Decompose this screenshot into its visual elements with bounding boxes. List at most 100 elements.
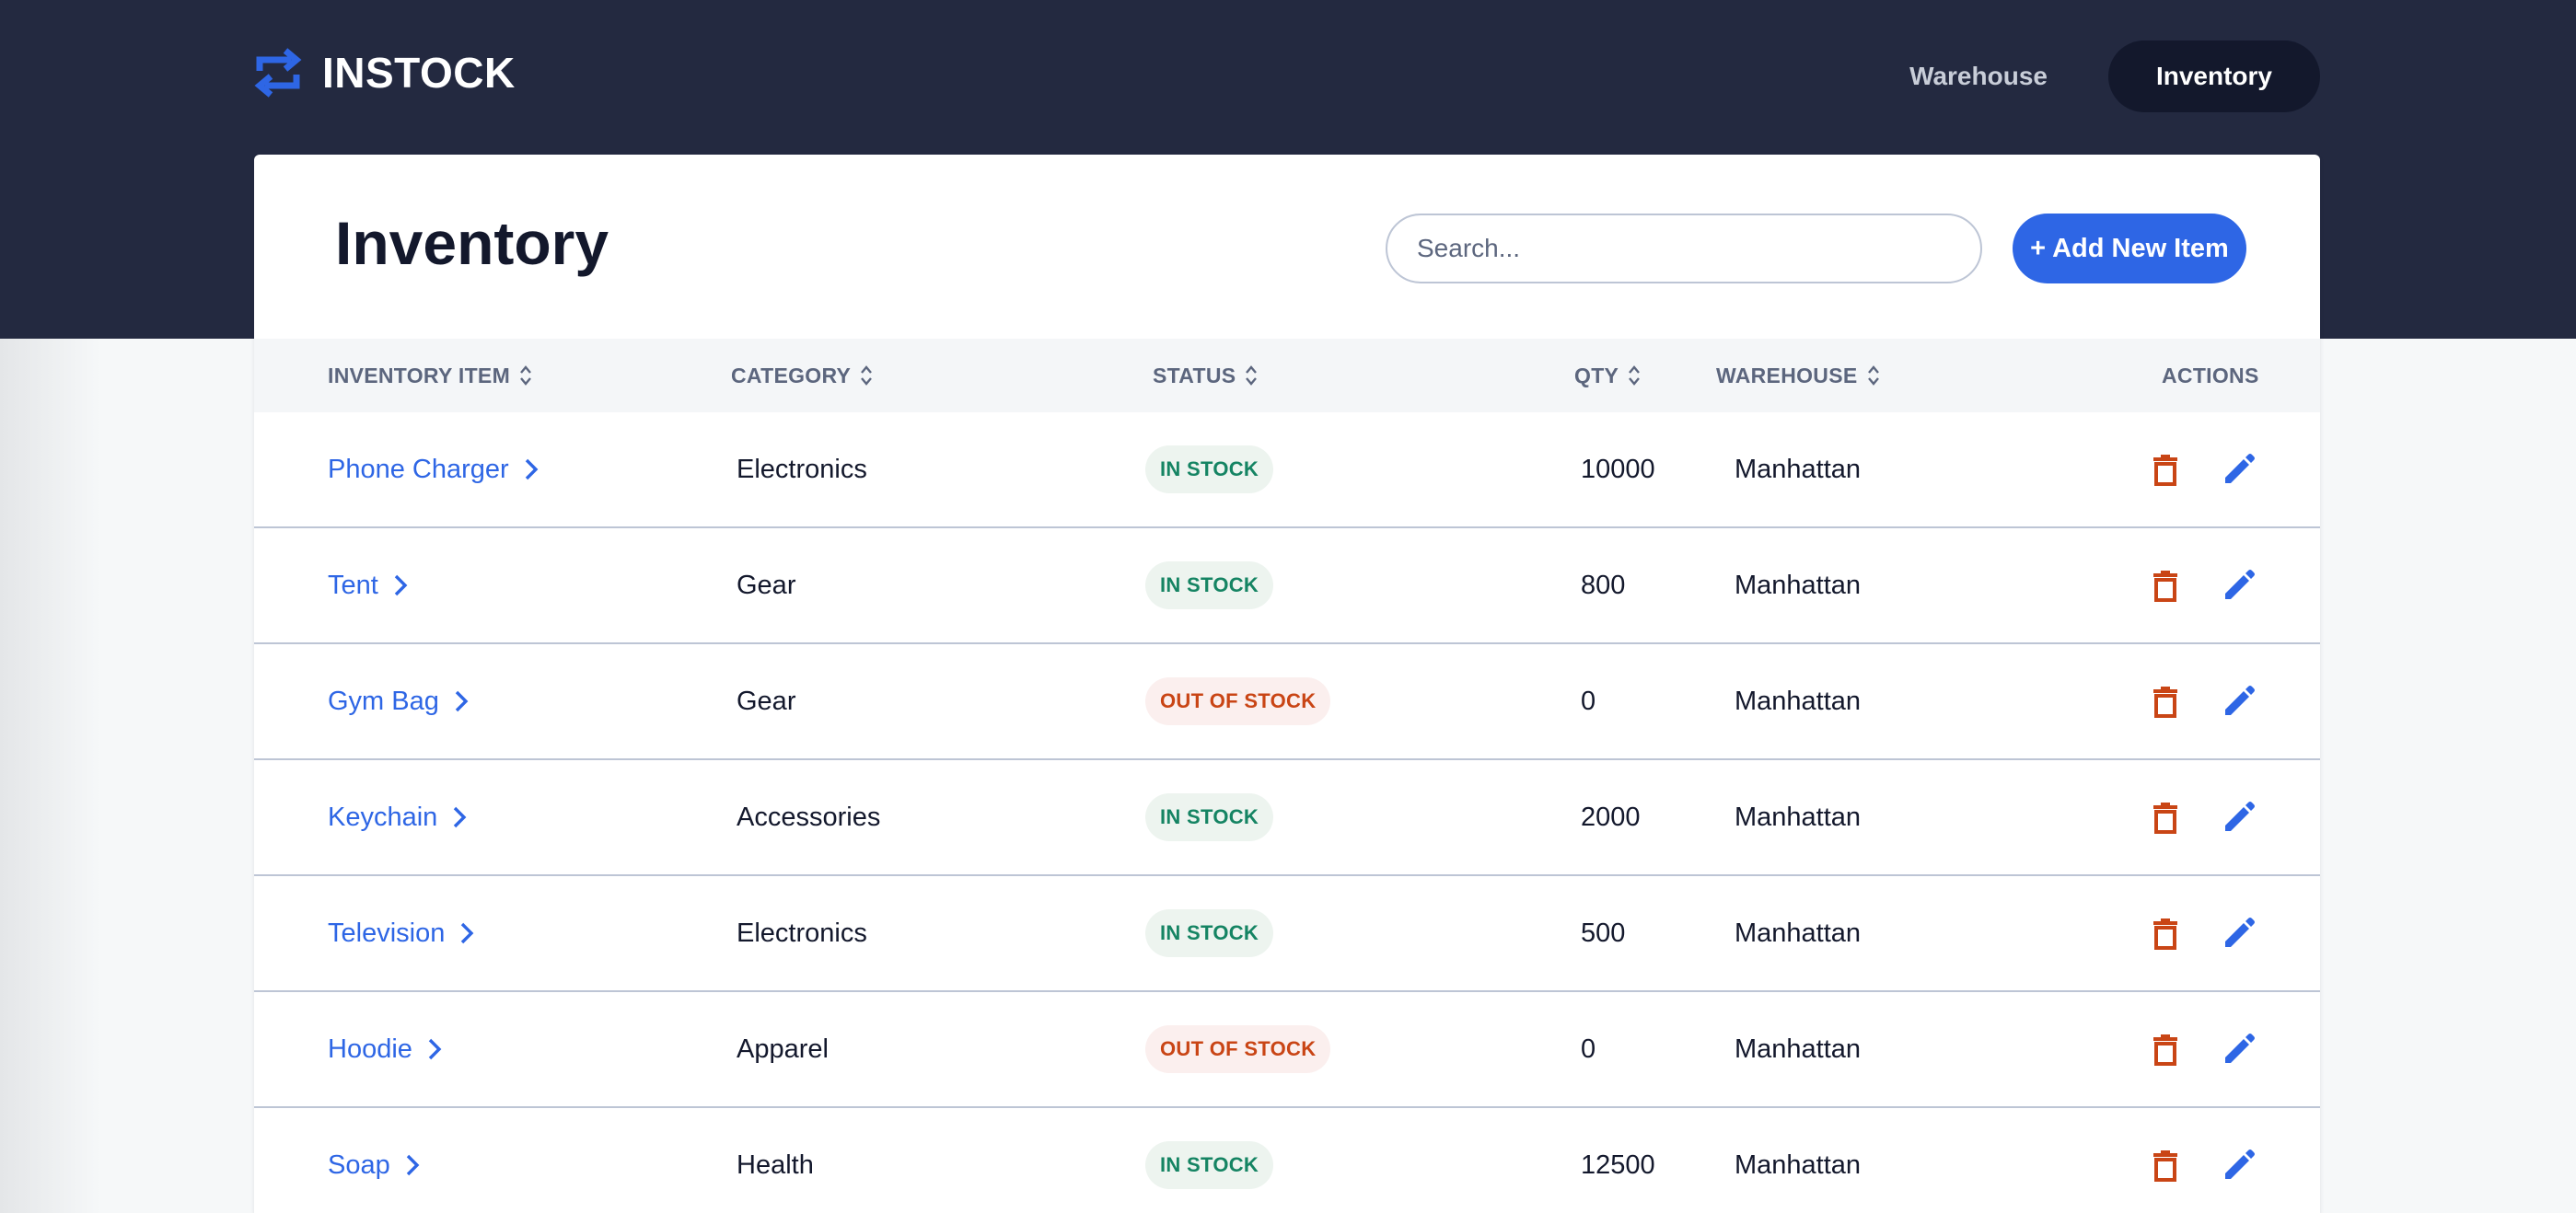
page-background-shade <box>0 339 101 1213</box>
delete-cell <box>2147 644 2184 758</box>
edit-button[interactable] <box>2221 681 2257 722</box>
logo[interactable]: INSTOCK <box>254 44 516 101</box>
edit-cell <box>2221 1108 2257 1213</box>
category-cell: Gear <box>737 570 796 600</box>
delete-button[interactable] <box>2147 565 2184 606</box>
category-cell: Gear <box>737 686 796 716</box>
status-cell: IN STOCK <box>1145 412 1274 526</box>
status-cell: OUT OF STOCK <box>1145 644 1331 758</box>
item-name: Phone Charger <box>328 454 509 484</box>
add-new-item-button[interactable]: + Add New Item <box>2013 214 2246 283</box>
chevron-right-icon <box>525 458 539 480</box>
warehouse-cell: Manhattan <box>1735 1149 1862 1180</box>
table-row: Soap Health IN STOCK 12500 Manhattan <box>254 1108 2320 1213</box>
chevron-right-icon <box>454 806 467 828</box>
delete-cell <box>2147 760 2184 874</box>
pencil-icon <box>2225 1034 2255 1063</box>
item-link[interactable]: Tent <box>328 571 408 601</box>
logo-text: INSTOCK <box>322 49 516 97</box>
item-link[interactable]: Gym Bag <box>328 687 469 717</box>
item-link[interactable]: Television <box>328 918 474 949</box>
edit-button[interactable] <box>2221 797 2257 838</box>
item-cell: Gym Bag <box>328 644 469 758</box>
qty-cell: 12500 <box>1581 1149 1655 1180</box>
pencil-icon <box>2225 686 2255 715</box>
edit-button[interactable] <box>2221 1145 2257 1185</box>
column-header-inventory-item[interactable]: INVENTORY ITEM <box>328 339 532 412</box>
item-name: Tent <box>328 570 378 600</box>
item-cell: Television <box>328 876 474 990</box>
delete-cell <box>2147 528 2184 642</box>
column-header-qty[interactable]: QTY <box>1574 339 1641 412</box>
search-input[interactable] <box>1386 214 1982 283</box>
delete-button[interactable] <box>2147 797 2184 838</box>
delete-cell <box>2147 1108 2184 1213</box>
nav-warehouse[interactable]: Warehouse <box>1862 40 2095 112</box>
swap-arrows-icon <box>254 48 302 98</box>
category-cell: Electronics <box>737 454 867 484</box>
page-title: Inventory <box>335 209 609 277</box>
item-link[interactable]: Keychain <box>328 803 467 833</box>
column-header-status[interactable]: STATUS <box>1153 339 1258 412</box>
item-cell: Phone Charger <box>328 412 539 526</box>
trash-icon <box>2153 687 2177 718</box>
status-badge: IN STOCK <box>1145 909 1274 957</box>
status-badge: OUT OF STOCK <box>1145 1025 1331 1073</box>
status-badge: IN STOCK <box>1145 561 1274 609</box>
warehouse-cell: Manhattan <box>1735 686 1862 716</box>
delete-cell <box>2147 992 2184 1106</box>
trash-icon <box>2153 1034 2177 1066</box>
delete-button[interactable] <box>2147 1145 2184 1185</box>
table-row: Phone Charger Electronics IN STOCK 10000… <box>254 412 2320 528</box>
column-label: INVENTORY ITEM <box>328 363 511 387</box>
edit-button[interactable] <box>2221 1029 2257 1069</box>
warehouse-cell: Manhattan <box>1735 570 1862 600</box>
column-header-warehouse[interactable]: WAREHOUSE <box>1716 339 1880 412</box>
column-label: ACTIONS <box>2162 363 2259 387</box>
qty-cell: 2000 <box>1581 802 1641 832</box>
pencil-icon <box>2225 1149 2255 1179</box>
delete-button[interactable] <box>2147 1029 2184 1069</box>
item-link[interactable]: Phone Charger <box>328 455 539 485</box>
qty-cell: 0 <box>1581 686 1596 716</box>
trash-icon <box>2153 571 2177 602</box>
column-header-category[interactable]: CATEGORY <box>731 339 873 412</box>
status-badge: IN STOCK <box>1145 445 1274 493</box>
item-name: Gym Bag <box>328 686 439 716</box>
delete-cell <box>2147 412 2184 526</box>
warehouse-cell: Manhattan <box>1735 918 1862 948</box>
pencil-icon <box>2225 570 2255 599</box>
item-link[interactable]: Soap <box>328 1150 420 1181</box>
delete-button[interactable] <box>2147 449 2184 490</box>
warehouse-cell: Manhattan <box>1735 454 1862 484</box>
chevron-right-icon <box>455 690 469 712</box>
nav-inventory[interactable]: Inventory <box>2107 40 2320 112</box>
column-label: STATUS <box>1153 363 1236 387</box>
table-row: Gym Bag Gear OUT OF STOCK 0 Manhattan <box>254 644 2320 760</box>
column-label: CATEGORY <box>731 363 852 387</box>
delete-button[interactable] <box>2147 681 2184 722</box>
item-link[interactable]: Hoodie <box>328 1034 442 1065</box>
pencil-icon <box>2225 802 2255 831</box>
chevron-right-icon <box>461 922 474 944</box>
edit-button[interactable] <box>2221 565 2257 606</box>
pencil-icon <box>2225 918 2255 947</box>
item-name: Keychain <box>328 802 438 832</box>
warehouse-cell: Manhattan <box>1735 1034 1862 1064</box>
edit-button[interactable] <box>2221 913 2257 953</box>
inventory-table-body: Phone Charger Electronics IN STOCK 10000… <box>254 412 2320 1213</box>
sort-icon <box>1246 365 1258 386</box>
item-name: Soap <box>328 1149 390 1180</box>
table-row: Tent Gear IN STOCK 800 Manhattan <box>254 528 2320 644</box>
edit-cell <box>2221 876 2257 990</box>
edit-button[interactable] <box>2221 449 2257 490</box>
table-row: Keychain Accessories IN STOCK 2000 Manha… <box>254 760 2320 876</box>
column-label: QTY <box>1574 363 1619 387</box>
status-badge: IN STOCK <box>1145 793 1274 841</box>
sort-icon <box>1867 365 1879 386</box>
delete-button[interactable] <box>2147 913 2184 953</box>
sort-icon <box>520 365 531 386</box>
edit-cell <box>2221 412 2257 526</box>
item-cell: Keychain <box>328 760 467 874</box>
status-cell: IN STOCK <box>1145 528 1274 642</box>
